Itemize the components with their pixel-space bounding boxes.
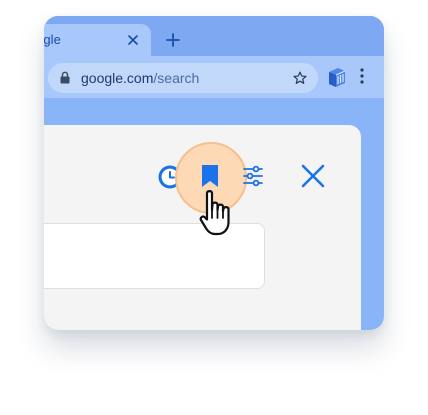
filter-icon[interactable] — [241, 164, 265, 188]
extension-panel — [44, 125, 361, 330]
close-icon[interactable] — [127, 34, 139, 46]
url-text: google.com/search — [81, 70, 199, 86]
plus-icon[interactable] — [166, 33, 180, 47]
toolbar: google.com/search — [44, 56, 384, 98]
close-icon[interactable] — [301, 164, 325, 188]
extension-icon[interactable] — [325, 65, 349, 89]
star-icon[interactable] — [292, 70, 308, 86]
tab-strip: ogle — [44, 16, 384, 56]
url-host: google.com — [81, 70, 154, 86]
url-path: /search — [153, 70, 200, 86]
tab-title: ogle — [44, 32, 61, 47]
address-bar[interactable]: google.com/search — [48, 63, 318, 93]
more-vert-icon[interactable] — [360, 67, 364, 85]
lock-icon[interactable] — [60, 71, 70, 84]
browser-window: ogle google.com/search — [44, 16, 384, 330]
bookmark-icon[interactable] — [201, 164, 219, 188]
tab-active[interactable]: ogle — [44, 24, 151, 56]
hand-pointer-icon — [199, 190, 230, 236]
